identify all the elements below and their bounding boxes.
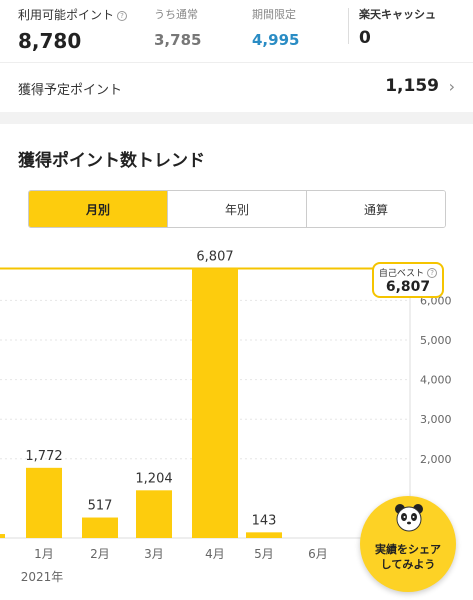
bar-value-label: 517 <box>88 499 113 514</box>
chevron-right-icon: › <box>448 77 455 96</box>
bar <box>26 467 62 538</box>
personal-best-label: 自己ベスト <box>378 269 425 279</box>
info-icon: ? <box>427 268 438 278</box>
bar <box>0 534 5 538</box>
bar-value-label: 6,807 <box>196 249 233 264</box>
divider <box>348 8 349 44</box>
personal-best-value: 6,807 <box>385 279 431 295</box>
limited-points-label: 期間限定 <box>252 8 296 21</box>
rakuten-cash[interactable]: 楽天キャッシュ 0 <box>359 6 436 48</box>
bar-value-label: 143 <box>252 513 277 528</box>
panda-icon <box>395 504 423 532</box>
tab-monthly[interactable]: 月別 <box>29 191 167 227</box>
info-icon[interactable]: ? <box>117 11 128 21</box>
regular-points: うち通常 3,785 <box>154 6 201 49</box>
x-tick-label: 3月 <box>144 547 164 561</box>
rakuten-cash-value: 0 <box>359 28 371 48</box>
year-label: 2021年 <box>21 570 64 584</box>
x-tick-label: 1月 <box>34 547 54 561</box>
pending-points-value: 1,159 <box>385 76 439 96</box>
share-results-button[interactable]: 実績をシェア してみよう <box>360 496 456 592</box>
y-tick-label: 3,000 <box>420 413 452 426</box>
limited-points-value: 4,995 <box>252 31 300 49</box>
points-summary: 利用可能ポイント? 8,780 うち通常 3,785 期間限定 4,995 楽天… <box>0 0 473 62</box>
x-tick-label: 2月 <box>90 547 110 561</box>
section-divider <box>0 112 473 124</box>
period-tabs: 月別 年別 通算 <box>28 190 446 228</box>
x-tick-label: 6月 <box>308 547 328 561</box>
limited-points: 期間限定 4,995 <box>252 6 299 49</box>
available-points-label: 利用可能ポイント <box>18 8 115 22</box>
regular-points-value: 3,785 <box>154 31 202 49</box>
bar <box>136 490 172 538</box>
x-tick-label: 4月 <box>205 547 225 561</box>
bar-value-label: 1,204 <box>135 471 172 486</box>
bar <box>82 517 118 538</box>
personal-best-badge[interactable]: 自己ベスト? 6,807 <box>372 262 444 298</box>
y-tick-label: 2,000 <box>420 453 452 466</box>
y-tick-label: 5,000 <box>420 334 452 347</box>
share-label-line1: 実績をシェア <box>375 543 441 556</box>
bar <box>246 532 282 538</box>
rakuten-cash-label: 楽天キャッシュ <box>359 8 436 21</box>
regular-points-label: うち通常 <box>154 8 198 21</box>
tab-total[interactable]: 通算 <box>306 191 445 227</box>
tab-yearly[interactable]: 年別 <box>167 191 306 227</box>
bar-value-label: 1,772 <box>25 449 62 464</box>
pending-points-row[interactable]: 獲得予定ポイント 1,159 › <box>0 62 473 112</box>
share-label-line2: してみよう <box>380 558 436 571</box>
trend-title: 獲得ポイント数トレンド <box>18 151 205 171</box>
available-points[interactable]: 利用可能ポイント? 8,780 <box>18 6 128 53</box>
available-points-value: 8,780 <box>18 29 82 53</box>
y-tick-label: 4,000 <box>420 374 452 387</box>
x-tick-label: 月 <box>0 547 2 561</box>
bar <box>192 268 238 538</box>
x-tick-label: 5月 <box>254 547 274 561</box>
pending-points-label: 獲得予定ポイント <box>18 83 123 98</box>
